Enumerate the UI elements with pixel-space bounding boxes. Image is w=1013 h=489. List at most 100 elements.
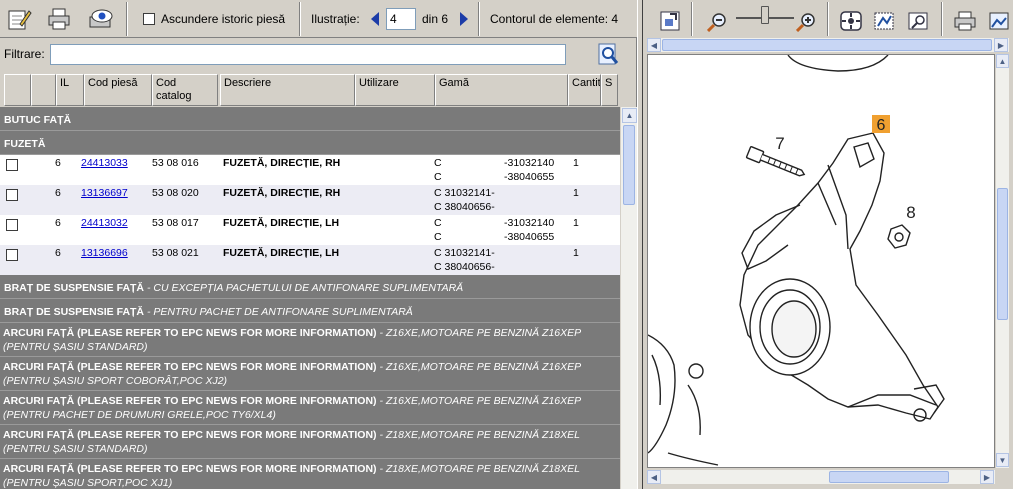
column-header-catalog-code[interactable]: Cod catalog — [152, 74, 218, 106]
group-header-control-arm[interactable]: BRAȚ DE SUSPENSIE FAȚĂ - PENTRU PACHET D… — [0, 299, 620, 323]
toolbar-separator — [941, 2, 943, 36]
group-header-front-springs[interactable]: ARCURI FAȚĂ (PLEASE REFER TO EPC NEWS FO… — [0, 357, 620, 391]
parts-table: BUTUC FAȚĂ FUZETĂ 6 24413033 53 08 016 F… — [0, 107, 620, 489]
column-header-range[interactable]: Gamă — [435, 74, 568, 106]
row-checkbox[interactable] — [6, 219, 18, 231]
group-header-control-arm[interactable]: BRAȚ DE SUSPENSIE FAȚĂ - CU EXCEPȚIA PAC… — [0, 275, 620, 299]
row-checkbox[interactable] — [6, 249, 18, 261]
column-header-description[interactable]: Descriere — [220, 74, 355, 106]
group-header-front-springs[interactable]: ARCURI FAȚĂ (PLEASE REFER TO EPC NEWS FO… — [0, 459, 620, 489]
scroll-left-arrow-icon[interactable]: ◀ — [647, 38, 661, 52]
cell-description: FUZETĂ, DIRECȚIE, LH — [223, 217, 340, 229]
scroll-thumb[interactable] — [997, 188, 1008, 320]
print-illustration-button[interactable] — [953, 10, 977, 35]
group-title: ARCURI FAȚĂ (PLEASE REFER TO EPC NEWS FO… — [3, 463, 377, 475]
column-header-quantity[interactable]: Cantit — [568, 74, 601, 106]
scroll-down-arrow-icon[interactable]: ▼ — [996, 453, 1009, 467]
toolbar-separator — [691, 2, 693, 36]
column-header-part-code[interactable]: Cod piesă — [84, 74, 152, 106]
illustration-pane: ◀ ▶ 6 7 8 ▲ ▼ ◀ ▶ — [643, 0, 1013, 489]
zoom-in-icon — [795, 13, 815, 33]
column-header-il[interactable]: IL — [56, 74, 84, 106]
cell-catalog: 53 08 020 — [152, 187, 199, 199]
table-row[interactable]: 6 24413032 53 08 017 FUZETĂ, DIRECȚIE, L… — [0, 215, 620, 245]
cell-range: C 31032141- — [434, 247, 495, 259]
zoom-out-button[interactable] — [706, 12, 729, 35]
cell-il: 6 — [55, 187, 61, 199]
preview-button[interactable] — [86, 4, 116, 34]
edit-notes-button[interactable] — [4, 4, 34, 34]
parts-table-scrollbar[interactable]: ▲ — [620, 107, 637, 489]
column-header-usage[interactable]: Utilizare — [355, 74, 435, 106]
cell-il: 6 — [55, 157, 61, 169]
select-region-button[interactable] — [873, 10, 897, 35]
next-illustration-arrow-icon[interactable] — [459, 11, 469, 30]
scroll-up-arrow-icon[interactable]: ▲ — [622, 108, 637, 123]
group-header-front-hub[interactable]: BUTUC FAȚĂ — [0, 107, 620, 131]
group-header-knuckle[interactable]: FUZETĂ — [0, 131, 620, 155]
callout-label-8[interactable]: 8 — [906, 203, 915, 222]
filter-search-button[interactable] — [596, 42, 620, 69]
element-outline-label: Contorul de elemente: 4 — [490, 12, 619, 26]
part-number-link[interactable]: 13136696 — [81, 247, 128, 259]
row-checkbox[interactable] — [6, 189, 18, 201]
group-title: ARCURI FAȚĂ (PLEASE REFER TO EPC NEWS FO… — [3, 395, 377, 407]
column-header-select[interactable] — [4, 74, 31, 106]
illustration-horizontal-scrollbar-top[interactable]: ◀ ▶ — [647, 38, 1009, 52]
filter-input[interactable] — [50, 44, 566, 65]
row-checkbox[interactable] — [6, 159, 18, 171]
cell-quantity: 1 — [573, 217, 579, 229]
scroll-up-arrow-icon[interactable]: ▲ — [996, 54, 1009, 68]
illustration-horizontal-scrollbar[interactable]: ◀ ▶ — [647, 470, 995, 484]
illustration-vertical-scrollbar[interactable]: ▲ ▼ — [995, 54, 1009, 468]
fit-all-button[interactable] — [839, 10, 863, 35]
filter-bar: Filtrare: — [0, 40, 637, 68]
notepad-pencil-icon — [8, 10, 32, 30]
eye-view-icon — [89, 9, 113, 28]
illustration-number-input[interactable] — [386, 8, 416, 30]
print-button[interactable] — [44, 4, 74, 34]
search-page-icon — [598, 43, 619, 65]
cell-range-end: -38040655 — [504, 231, 555, 243]
illustration-canvas[interactable]: 6 7 8 — [647, 54, 995, 468]
callout-label-6[interactable]: 6 — [877, 117, 886, 134]
table-row[interactable]: 6 13136696 53 08 021 FUZETĂ, DIRECȚIE, L… — [0, 245, 620, 275]
steering-knuckle-diagram: 6 7 8 — [648, 55, 945, 466]
scroll-thumb[interactable] — [829, 471, 949, 483]
group-title: BRAȚ DE SUSPENSIE FAȚĂ — [4, 306, 145, 318]
group-header-front-springs[interactable]: ARCURI FAȚĂ (PLEASE REFER TO EPC NEWS FO… — [0, 391, 620, 425]
table-row[interactable]: 6 13136697 53 08 020 FUZETĂ, DIRECȚIE, R… — [0, 185, 620, 215]
cell-range: C 38040656- — [434, 201, 495, 213]
prev-illustration-arrow-icon[interactable] — [370, 11, 380, 30]
illustration-count-label: din 6 — [422, 12, 449, 26]
scroll-thumb[interactable] — [662, 39, 992, 51]
fit-page-button[interactable] — [660, 11, 680, 34]
scroll-left-arrow-icon[interactable]: ◀ — [647, 470, 661, 484]
zoom-slider-thumb[interactable] — [761, 6, 769, 24]
image-options-button[interactable] — [988, 10, 1010, 35]
zoom-out-icon — [706, 13, 726, 33]
scroll-thumb[interactable] — [623, 125, 635, 205]
cell-range: C — [434, 157, 442, 169]
group-header-front-springs[interactable]: ARCURI FAȚĂ (PLEASE REFER TO EPC NEWS FO… — [0, 323, 620, 357]
column-header-s[interactable]: S — [601, 74, 618, 106]
cell-catalog: 53 08 017 — [152, 217, 199, 229]
cell-quantity: 1 — [573, 247, 579, 259]
filter-label: Filtrare: — [4, 47, 45, 61]
part-number-link[interactable]: 13136697 — [81, 187, 128, 199]
table-header: IL Cod piesă Cod catalog Descriere Utili… — [0, 74, 620, 106]
printer-icon — [954, 11, 976, 31]
column-header-flag[interactable] — [31, 74, 56, 106]
callout-label-7[interactable]: 7 — [775, 134, 784, 153]
part-number-link[interactable]: 24413033 — [81, 157, 128, 169]
zoom-in-button[interactable] — [795, 12, 818, 35]
hide-history-checkbox[interactable] — [143, 13, 155, 25]
parts-toolbar: Ascundere istoric piesă Ilustrație: din … — [0, 0, 637, 38]
table-row[interactable]: 6 24413033 53 08 016 FUZETĂ, DIRECȚIE, R… — [0, 155, 620, 185]
scroll-right-arrow-icon[interactable]: ▶ — [980, 470, 994, 484]
cell-description: FUZETĂ, DIRECȚIE, RH — [223, 157, 341, 169]
part-number-link[interactable]: 24413032 — [81, 217, 128, 229]
zoom-region-button[interactable] — [907, 10, 931, 35]
scroll-right-arrow-icon[interactable]: ▶ — [994, 38, 1008, 52]
group-header-front-springs[interactable]: ARCURI FAȚĂ (PLEASE REFER TO EPC NEWS FO… — [0, 425, 620, 459]
